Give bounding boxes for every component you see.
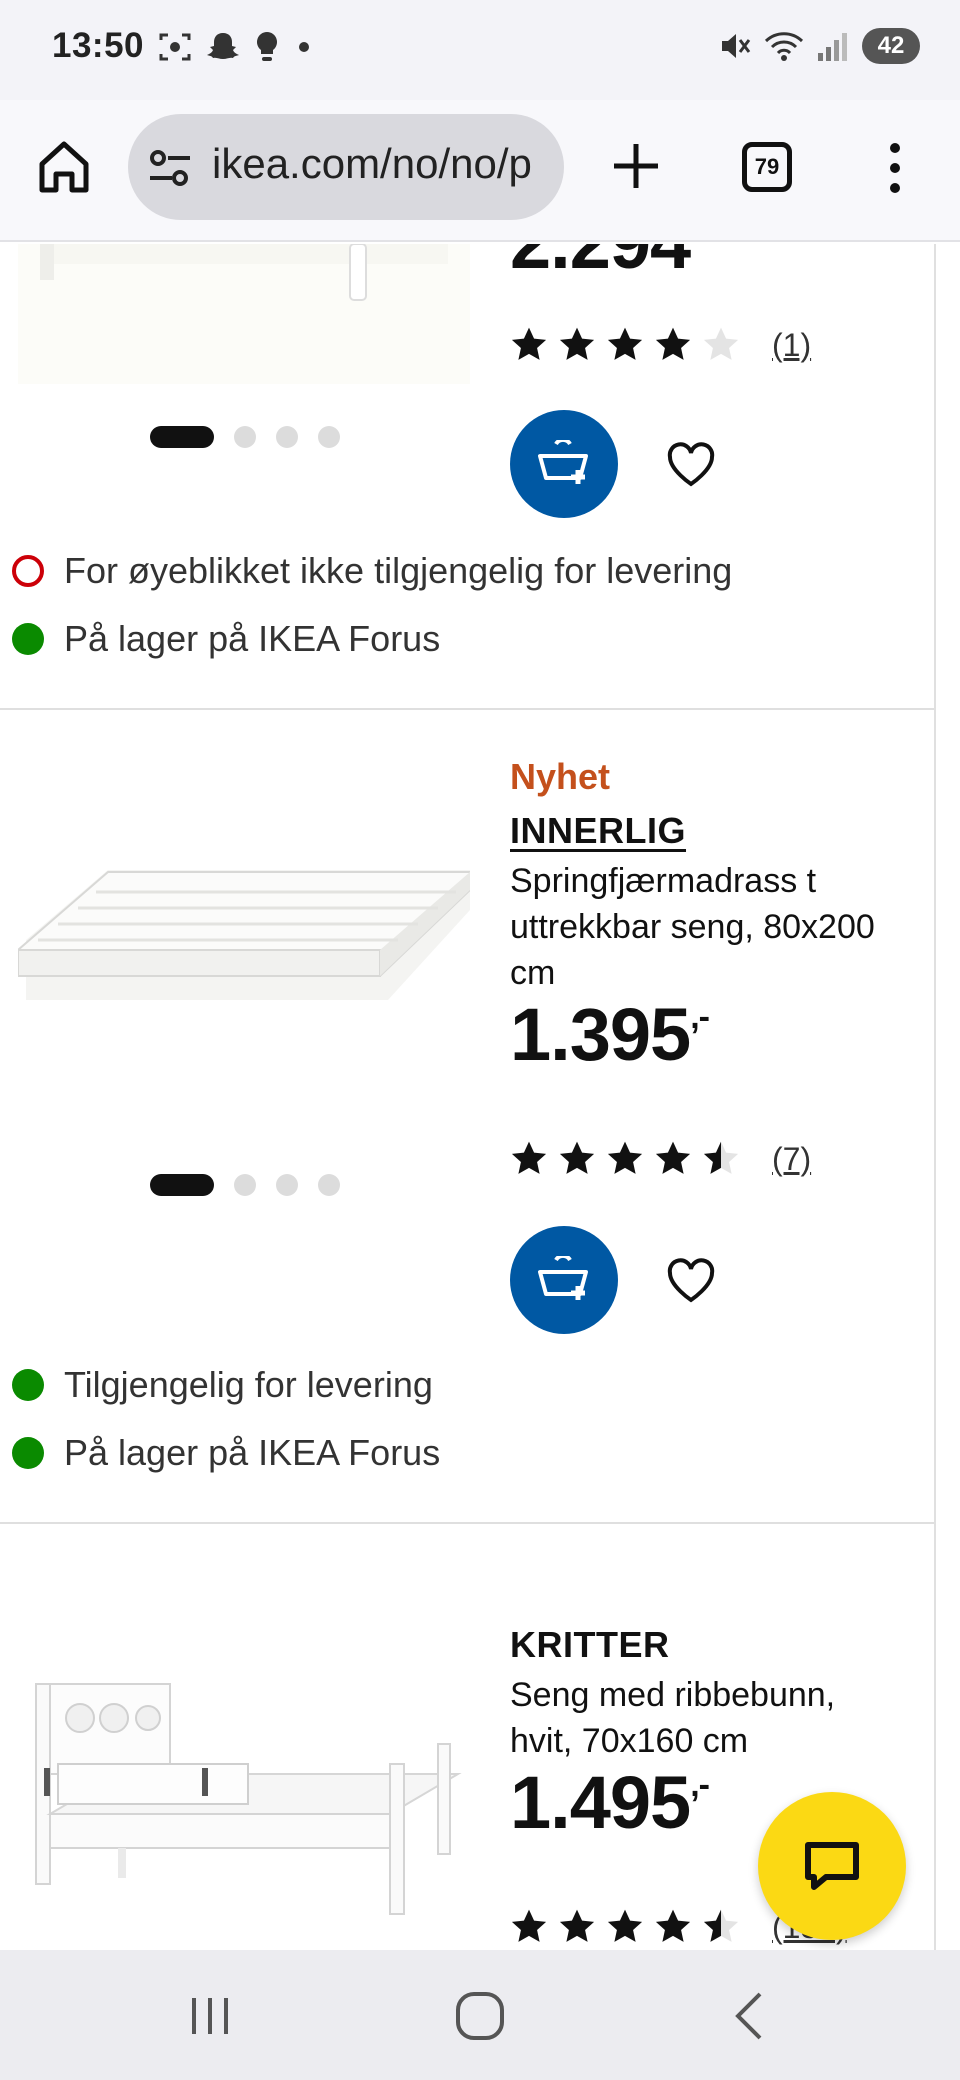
- review-count[interactable]: (7): [772, 1141, 811, 1178]
- add-to-cart-button[interactable]: [510, 1226, 618, 1334]
- available-indicator: [12, 623, 44, 655]
- chat-bubble-icon: [805, 1842, 859, 1890]
- product-name[interactable]: INNERLIG: [510, 810, 686, 852]
- new-tag: Nyhet: [510, 756, 611, 797]
- available-indicator: [12, 1437, 44, 1469]
- star-full-icon: [511, 327, 547, 360]
- available-indicator: [12, 1369, 44, 1401]
- system-nav-bar: [0, 1950, 960, 2080]
- image-carousel-dots[interactable]: [150, 1174, 340, 1196]
- star-half-icon: [703, 1909, 739, 1942]
- favourite-button[interactable]: [660, 434, 722, 496]
- availability-row: For øyeblikket ikke tilgjengelig for lev…: [12, 550, 732, 592]
- product-description[interactable]: Seng med ribbebunn, hvit, 70x160 cm: [510, 1672, 900, 1764]
- availability-text: Tilgjengelig for levering: [64, 1364, 433, 1405]
- status-notification-icons: [158, 30, 314, 64]
- carousel-dot-active[interactable]: [150, 1174, 214, 1196]
- product-price: 1.495,-: [510, 1761, 710, 1844]
- mute-icon: [722, 34, 751, 58]
- chat-button[interactable]: [758, 1792, 906, 1940]
- image-carousel-dots[interactable]: [150, 426, 340, 448]
- availability-text: For øyeblikket ikke tilgjengelig for lev…: [64, 550, 733, 591]
- dot-icon: [299, 42, 309, 52]
- availability-row: På lager på IKEA Forus: [12, 1432, 440, 1474]
- rating-stars[interactable]: (1): [510, 326, 811, 364]
- browser-toolbar: ikea.com/no/no/p 79: [0, 100, 960, 242]
- product-price: 2.294,-: [510, 244, 709, 285]
- carousel-dot[interactable]: [318, 426, 340, 448]
- favourite-button[interactable]: [660, 1250, 722, 1312]
- recent-apps-icon[interactable]: [180, 1986, 240, 2046]
- product-card: Nyhet INNERLIG Springfjærmadrass t uttre…: [0, 710, 934, 1526]
- home-nav-icon[interactable]: [450, 1986, 510, 2046]
- product-description[interactable]: Springfjærmadrass t uttrekkbar seng, 80x…: [510, 858, 900, 996]
- product-image[interactable]: [18, 1674, 470, 1924]
- add-to-cart-button[interactable]: [510, 410, 618, 518]
- battery-indicator: 42: [862, 28, 920, 64]
- star-full-icon: [607, 327, 643, 360]
- carousel-dot[interactable]: [276, 426, 298, 448]
- star-full-icon: [559, 1909, 595, 1942]
- basket-add-icon: [538, 1256, 588, 1300]
- rating-stars[interactable]: (7): [510, 1140, 811, 1178]
- product-image[interactable]: [18, 244, 470, 384]
- star-full-icon: [655, 1909, 691, 1942]
- star-full-icon: [655, 327, 691, 360]
- product-card: 2.294,- (1) For øyeblikket ikke tilgjeng…: [0, 244, 934, 710]
- status-time: 13:50: [52, 26, 145, 65]
- product-list: 2.294,- (1) For øyeblikket ikke tilgjeng…: [0, 244, 960, 1950]
- signal-icon: [818, 33, 847, 61]
- review-count[interactable]: (1): [772, 327, 811, 364]
- star-full-icon: [607, 1909, 643, 1942]
- carousel-dot[interactable]: [276, 1174, 298, 1196]
- product-name[interactable]: KRITTER: [510, 1624, 670, 1666]
- availability-text: På lager på IKEA Forus: [64, 1432, 441, 1473]
- carousel-dot[interactable]: [318, 1174, 340, 1196]
- status-bar: 13:50 42: [0, 0, 960, 100]
- new-tab-plus-icon[interactable]: [610, 140, 662, 192]
- star-half-icon: [703, 1141, 739, 1174]
- bulb-icon: [257, 32, 277, 61]
- basket-add-icon: [538, 440, 588, 484]
- address-bar[interactable]: ikea.com/no/no/p: [128, 114, 564, 220]
- availability-row: Tilgjengelig for levering: [12, 1364, 433, 1406]
- screenshot-icon: [159, 33, 191, 61]
- status-system-icons: 42: [718, 28, 920, 64]
- availability-text: På lager på IKEA Forus: [64, 618, 441, 659]
- tab-switcher-button[interactable]: 79: [742, 142, 792, 192]
- url-text[interactable]: ikea.com/no/no/p: [212, 140, 532, 188]
- carousel-dot[interactable]: [234, 426, 256, 448]
- unavailable-indicator: [12, 555, 44, 587]
- site-settings-icon[interactable]: [148, 146, 192, 190]
- star-full-icon: [655, 1141, 691, 1174]
- star-empty-icon: [703, 327, 739, 360]
- product-price: 1.395,-: [510, 993, 710, 1076]
- availability-row: På lager på IKEA Forus: [12, 618, 440, 660]
- home-icon[interactable]: [36, 138, 92, 194]
- heart-icon: [667, 442, 715, 487]
- wifi-icon: [764, 32, 804, 61]
- carousel-dot-active[interactable]: [150, 426, 214, 448]
- star-full-icon: [511, 1909, 547, 1942]
- star-full-icon: [607, 1141, 643, 1174]
- carousel-dot[interactable]: [234, 1174, 256, 1196]
- back-icon[interactable]: [720, 1986, 780, 2046]
- snapchat-icon: [207, 33, 239, 59]
- star-full-icon: [559, 1141, 595, 1174]
- scroll-edge: [934, 244, 936, 1950]
- star-full-icon: [511, 1141, 547, 1174]
- product-image[interactable]: [18, 830, 470, 1040]
- heart-icon: [667, 1258, 715, 1303]
- star-full-icon: [559, 327, 595, 360]
- more-options-icon[interactable]: [880, 140, 910, 196]
